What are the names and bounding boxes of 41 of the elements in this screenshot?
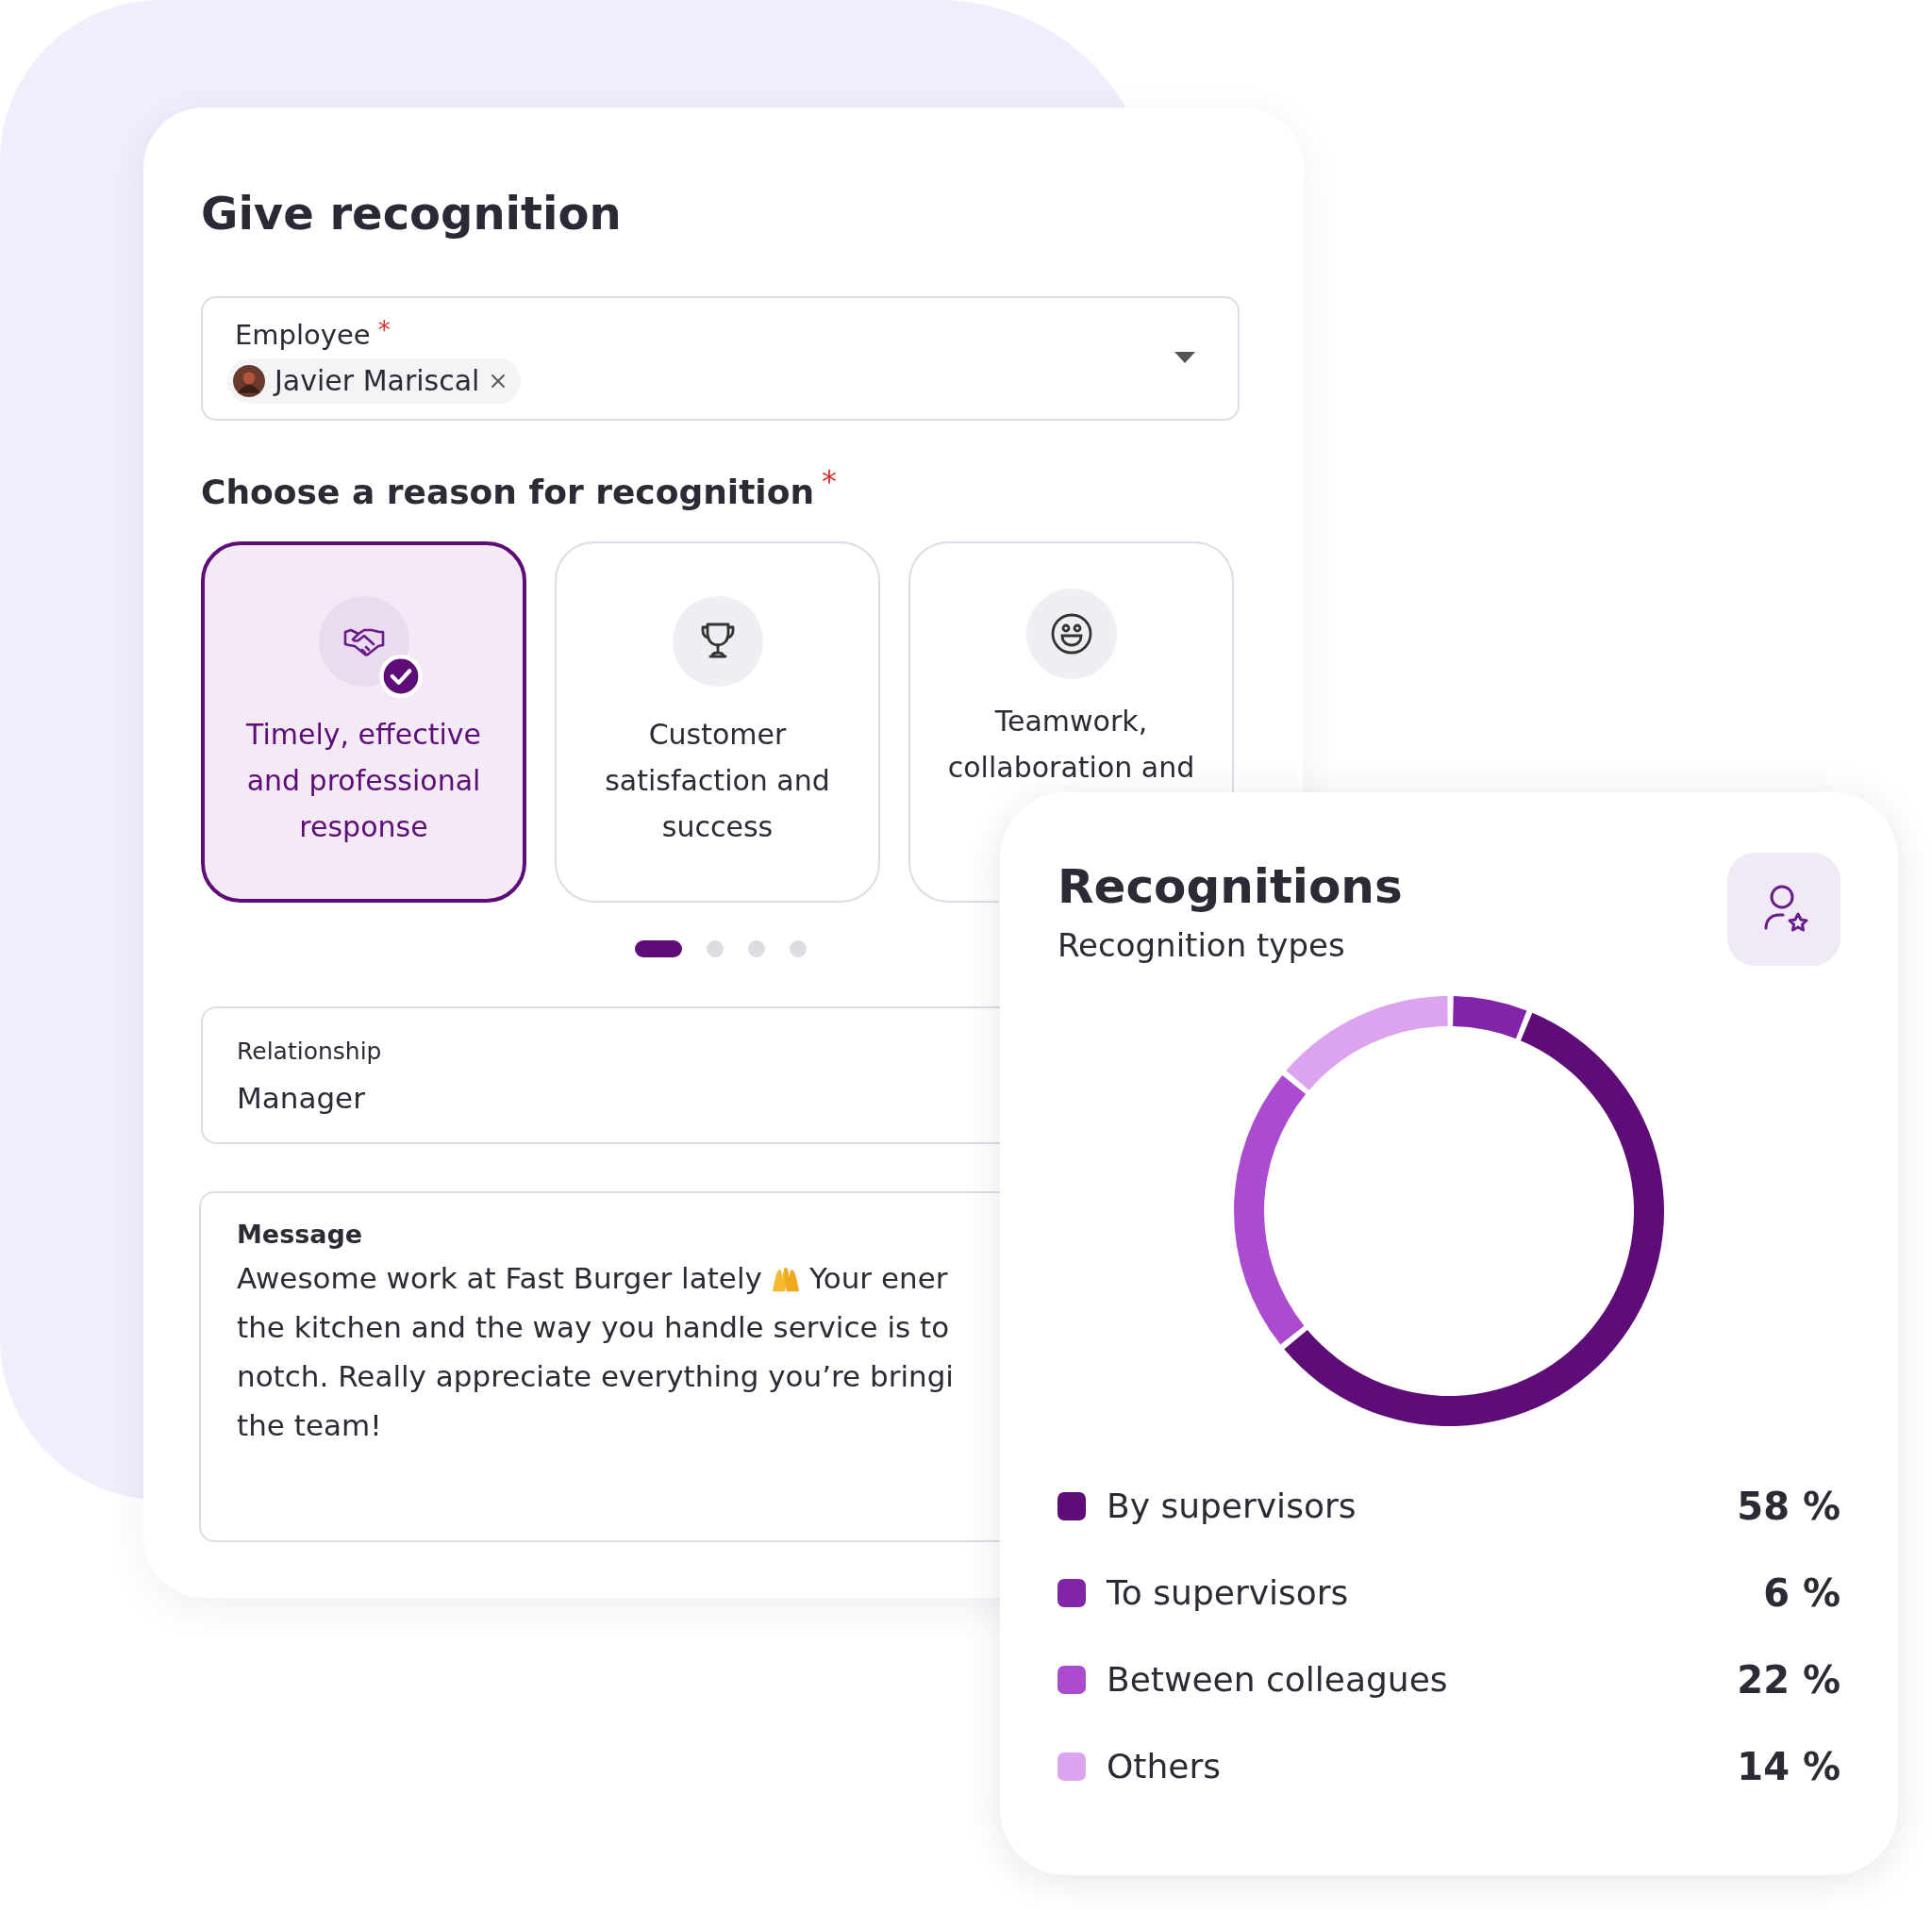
message-text: notch. Really appreciate everything you’re bringi (237, 1358, 954, 1395)
reason-label: Timely, effective and professional response (245, 717, 482, 845)
section-label: Choose a reason for recognition (201, 472, 815, 513)
message-text: the team! (237, 1407, 382, 1444)
field-label: Employee (235, 318, 371, 353)
message-text: Your ener (808, 1260, 948, 1297)
field-value: Manager (237, 1080, 366, 1117)
required-mark: * (377, 317, 391, 343)
smiley-icon (1025, 589, 1117, 679)
reason-option[interactable]: Teamwork, collaboration and (908, 541, 1234, 792)
legend-value: 14 % (1737, 1745, 1840, 1788)
legend-label: Between colleagues (1107, 1659, 1449, 1701)
legend-value: 22 % (1737, 1658, 1840, 1702)
form-title: Give recognition (201, 186, 623, 241)
reason-label: Customer satisfaction and success (604, 717, 831, 845)
legend-label: Others (1107, 1746, 1222, 1787)
message-text: the kitchen and the way you handle service is to (237, 1309, 950, 1346)
field-label: Relationship (237, 1037, 383, 1067)
required-mark: * (822, 468, 838, 494)
avatar (233, 365, 265, 397)
check-icon (378, 655, 423, 698)
card-subtitle: Recognition types (1058, 925, 1346, 966)
reason-option[interactable]: Timely, effective and professional response (201, 541, 526, 903)
relationship-field[interactable]: Relationship Manager (201, 1006, 1000, 1144)
legend-label: By supervisors (1107, 1486, 1357, 1527)
employee-select[interactable]: Employee * Javier Mariscal (201, 296, 1240, 421)
employee-chip[interactable]: Javier Mariscal (227, 358, 522, 404)
trophy-icon (672, 596, 763, 687)
caret-icon[interactable] (1174, 351, 1196, 364)
field-label: Message (237, 1219, 364, 1251)
page-dot[interactable] (748, 940, 765, 957)
legend-value: 6 % (1763, 1571, 1840, 1615)
message-text: Awesome work at Fast Burger lately (237, 1260, 762, 1297)
legend-label: To supervisors (1107, 1572, 1350, 1614)
reason-label: Teamwork, collaboration and (946, 704, 1196, 786)
card-title: Recognitions (1058, 858, 1403, 916)
reason-option[interactable]: Customer satisfaction and success (555, 541, 880, 903)
legend-value: 58 % (1737, 1485, 1840, 1528)
page-dot[interactable] (707, 940, 724, 957)
page-dot[interactable] (790, 940, 807, 957)
employee-name: Javier Mariscal (275, 363, 480, 399)
